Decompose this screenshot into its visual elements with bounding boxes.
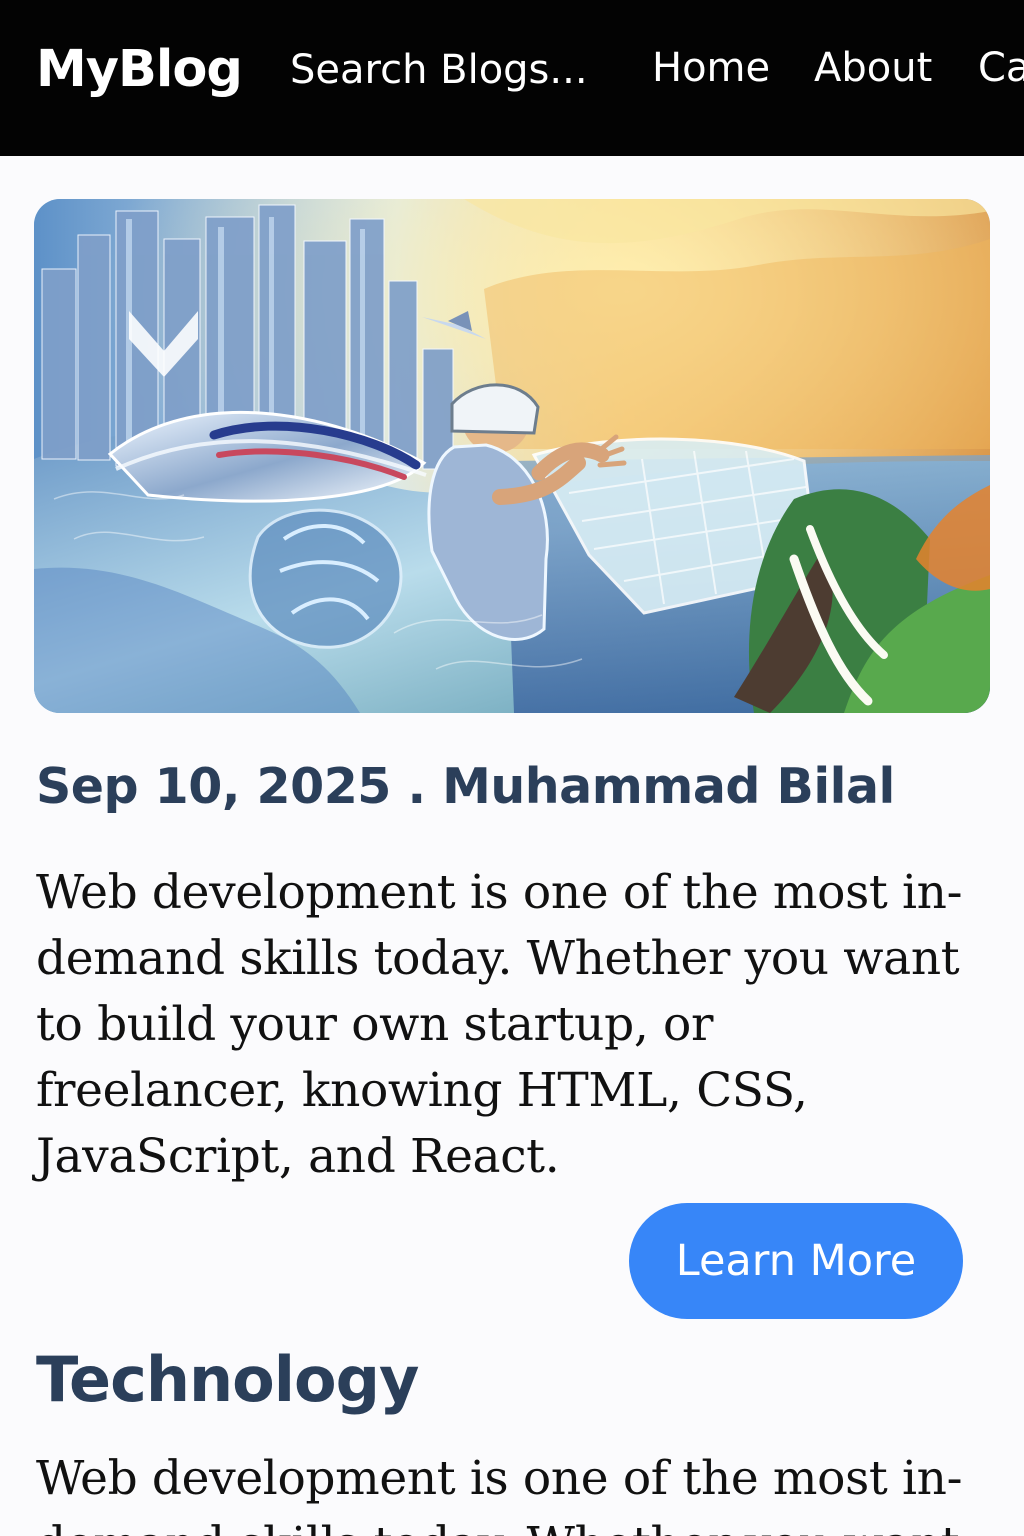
featured-post-image [34, 199, 990, 713]
technology-section-title: Technology [36, 1343, 419, 1416]
technology-section-excerpt: Web development is one of the most in-de… [36, 1451, 963, 1536]
blog-search-input[interactable] [290, 44, 590, 96]
learn-more-button[interactable]: Learn More [629, 1203, 963, 1319]
nav-link-home[interactable]: Home [652, 45, 770, 91]
featured-post-excerpt: Web development is one of the most in-de… [36, 865, 963, 1184]
post-date-author: Sep 10, 2025 . Muhammad Bilal [36, 758, 895, 815]
nav-link-categories[interactable]: Categories [978, 45, 1024, 91]
futuristic-technology-illustration [34, 199, 990, 713]
site-logo[interactable]: MyBlog [36, 40, 243, 100]
top-navigation-bar: MyBlog Home About Categories [0, 0, 1024, 156]
primary-navigation: Home About Categories [652, 45, 1024, 93]
blog-page: MyBlog Home About Categories [0, 0, 1024, 1536]
nav-link-about[interactable]: About [814, 45, 932, 91]
